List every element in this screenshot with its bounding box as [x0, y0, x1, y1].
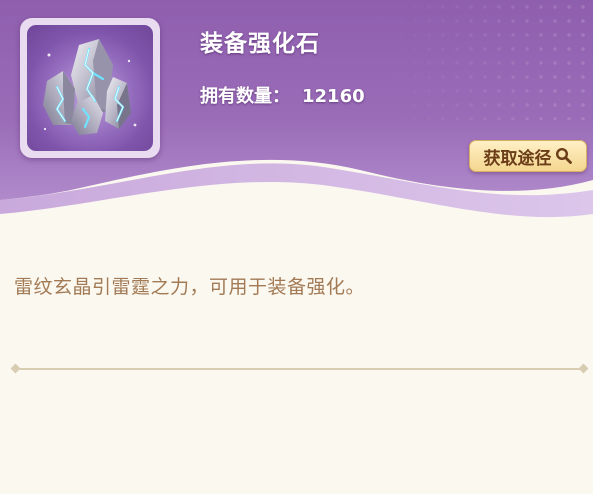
divider [10, 363, 589, 374]
quantity-label: 拥有数量： [200, 86, 290, 107]
dot-pattern [380, 0, 593, 120]
item-icon-frame [20, 18, 160, 158]
obtain-source-label: 获取途径 [483, 148, 552, 169]
lightning-crystal-icon [27, 25, 153, 151]
item-detail-panel: 装备强化石 拥有数量： 12160 获取途径 雷纹玄晶引雷霆之力，可用于装备强化。 [0, 0, 593, 494]
item-header: 装备强化石 拥有数量： 12160 获取途径 [0, 0, 593, 240]
search-icon [555, 147, 573, 165]
item-description: 雷纹玄晶引雷霆之力，可用于装备强化。 [14, 276, 366, 298]
item-name: 装备强化石 [200, 31, 320, 57]
quantity-value: 12160 [302, 86, 365, 107]
obtain-source-button[interactable]: 获取途径 [469, 140, 587, 172]
quantity-row: 拥有数量： 12160 [200, 82, 365, 108]
